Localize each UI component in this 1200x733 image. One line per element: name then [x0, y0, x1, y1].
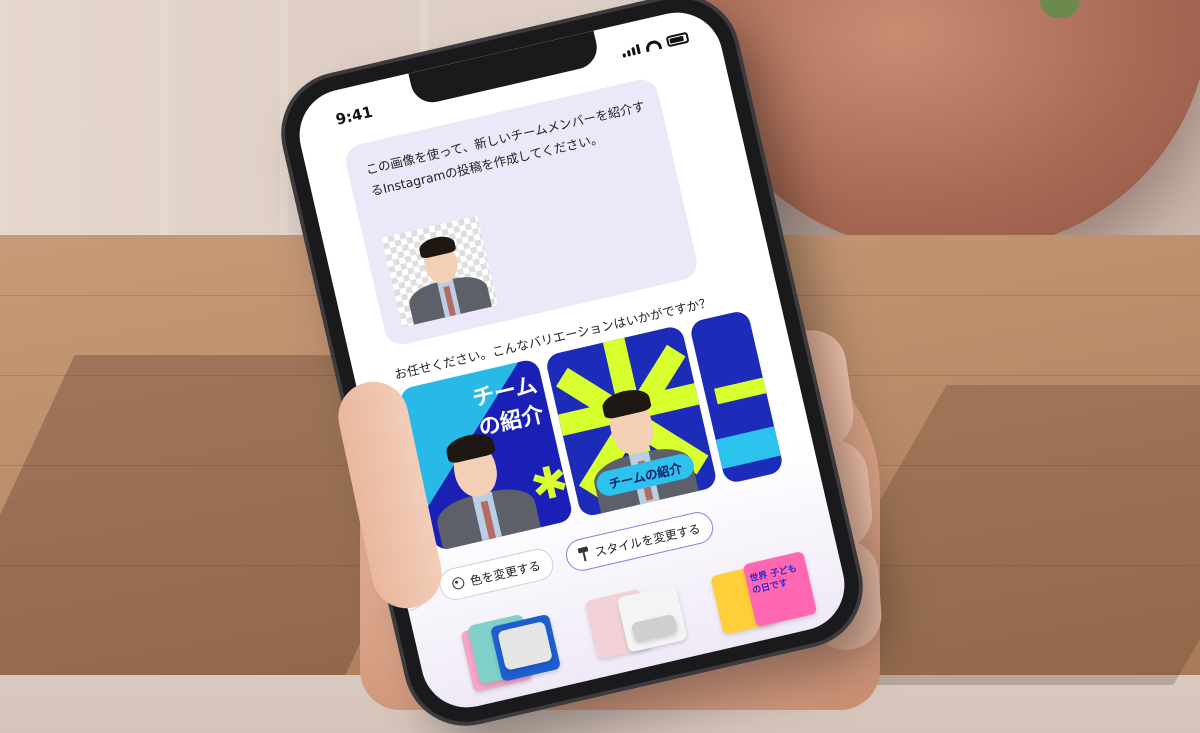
paint-roller-icon [578, 546, 591, 562]
style-thumbnail [579, 574, 694, 671]
palette-icon [451, 576, 466, 591]
attached-photo[interactable] [381, 215, 498, 328]
signal-icon [621, 43, 641, 58]
status-time: 9:41 [333, 102, 375, 129]
variation-card[interactable]: チームの紹介 [544, 324, 719, 518]
change-color-label: 色を変更する [468, 558, 542, 588]
person-photo [395, 223, 493, 328]
wifi-icon [644, 38, 663, 52]
change-style-label: スタイルを変更する [593, 521, 702, 560]
style-thumbnail [453, 603, 568, 700]
style-thumbnail: 世界 子どもの日です [706, 545, 821, 642]
battery-icon [665, 31, 690, 48]
change-color-button[interactable]: 色を変更する [436, 545, 557, 604]
prompt-text: この画像を使って、新しいチームメンバーを紹介するInstagramの投稿を作成し… [364, 98, 647, 199]
status-icons [621, 31, 690, 58]
